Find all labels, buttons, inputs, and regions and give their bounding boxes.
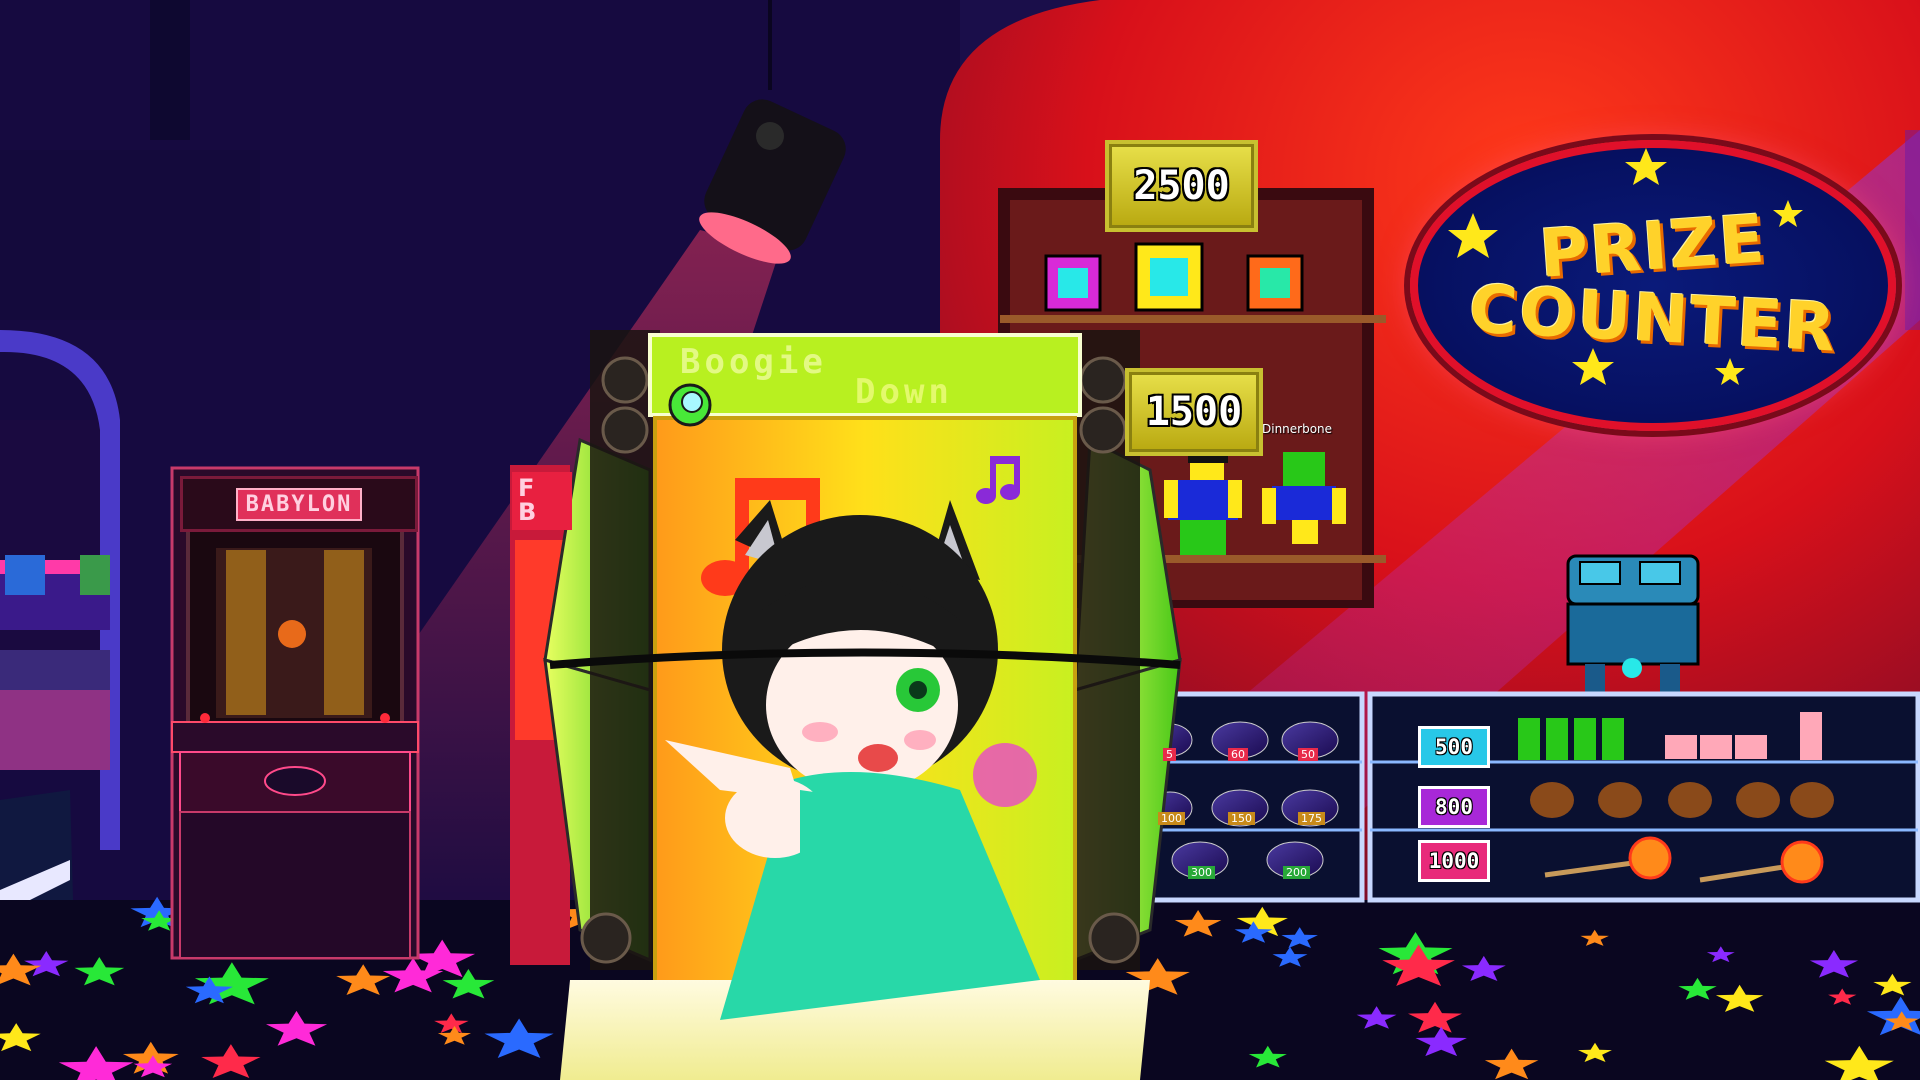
partial-cabinet-sign-text: F B [518, 474, 537, 526]
case-tag-800: 800 [1418, 786, 1490, 828]
babylon-cabinet [170, 466, 420, 960]
case-tag-500-label: 500 [1435, 735, 1473, 759]
prize-cube-magenta [1044, 254, 1102, 312]
basket-tag: 150 [1228, 812, 1255, 825]
boogie-title-line2: Down [855, 372, 953, 412]
basket-tag: 100 [1158, 812, 1185, 825]
basket-tag: 5 [1163, 748, 1176, 761]
basket-tag: 175 [1298, 812, 1325, 825]
price-plaque-top-label: 2500 [1133, 163, 1230, 209]
babylon-marquee: BABYLON [180, 476, 418, 532]
basket-tag: 300 [1188, 866, 1215, 879]
case-tag-500: 500 [1418, 726, 1490, 768]
babylon-title: BABYLON [235, 487, 363, 521]
case-tag-1000-label: 1000 [1428, 849, 1480, 873]
basket-tag: 60 [1228, 748, 1248, 761]
player-nametag: Dinnerbone [1262, 422, 1333, 436]
boogie-title-line1: Boogie [680, 342, 827, 382]
basket-tag: 200 [1283, 866, 1310, 879]
prize-cube-orange [1246, 254, 1304, 312]
price-plaque-top: 2500 [1105, 140, 1258, 232]
boogie-down-machine [543, 330, 1182, 1080]
case-tag-1000: 1000 [1418, 840, 1490, 882]
price-plaque-middle: 1500 [1125, 368, 1263, 456]
case-tag-800-label: 800 [1435, 795, 1473, 819]
prize-counter-sign: PRIZE COUNTER [1410, 140, 1896, 431]
basket-tag: 50 [1298, 748, 1318, 761]
partial-cabinet-sign: F B [512, 472, 572, 530]
sign-stars-icon [1448, 148, 1803, 385]
boogie-marquee: Boogie Down [660, 342, 1055, 412]
prize-cube-yellow [1134, 242, 1204, 312]
prize-robot [1566, 554, 1700, 694]
display-case [1137, 691, 1920, 903]
price-plaque-middle-label: 1500 [1145, 389, 1243, 435]
